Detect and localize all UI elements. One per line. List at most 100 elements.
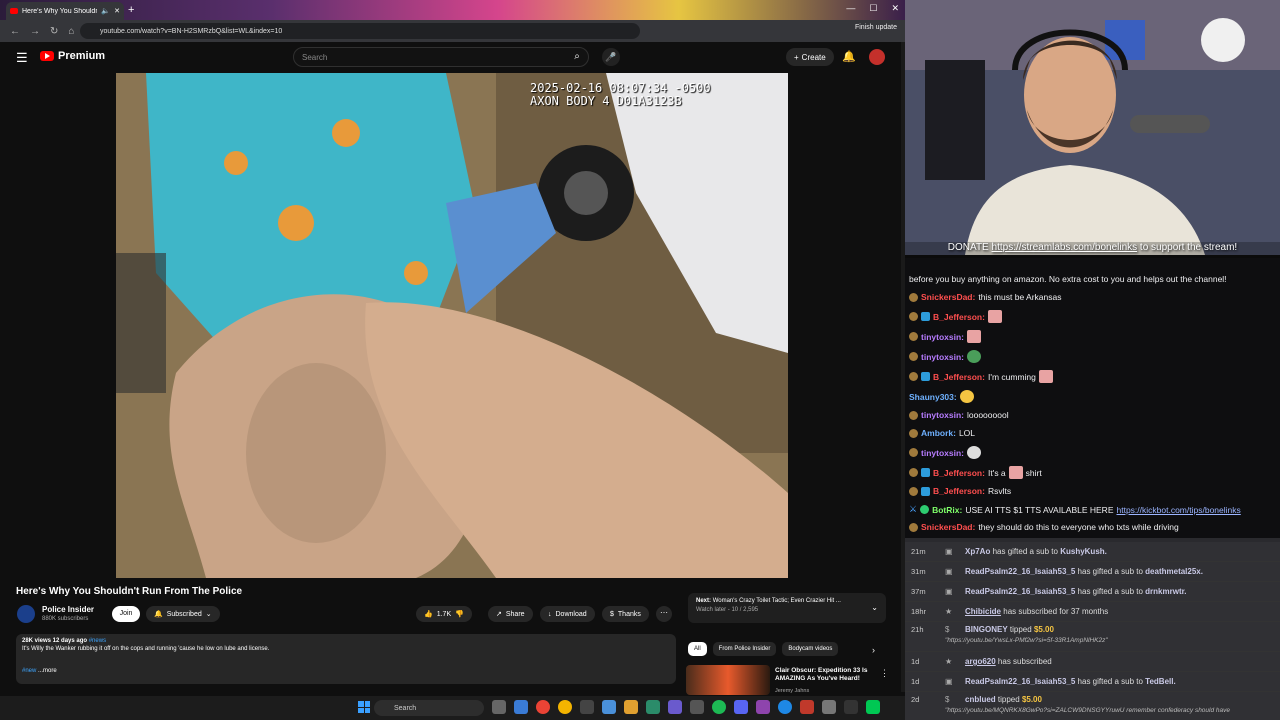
create-button[interactable]: + Create [786, 48, 834, 66]
app-icon[interactable] [844, 700, 858, 714]
chat-username[interactable]: SnickersDad: [921, 292, 975, 302]
chat-message: SnickersDad: they should do this to ever… [909, 522, 1179, 532]
chat-username[interactable]: Ambork: [921, 428, 956, 438]
badge-icon [909, 410, 918, 420]
chat-username[interactable]: tinytoxsin: [921, 352, 964, 362]
chip-from-police-insider[interactable]: From Police Insider [712, 642, 777, 656]
recommended-title[interactable]: Clair Obscur: Expedition 33 Is AMAZING A… [775, 667, 875, 683]
kebab-menu-icon[interactable]: ⋮ [880, 668, 889, 679]
next-up-card[interactable]: Next: Woman's Crazy Toilet Tactic; Even … [688, 593, 886, 623]
spotify-icon[interactable] [712, 700, 726, 714]
taskbar-apps [492, 700, 880, 714]
chip-bodycam-videos[interactable]: Bodycam videos [782, 642, 839, 656]
chat-username[interactable]: B_Jefferson: [933, 312, 985, 322]
thumbs-down-icon[interactable]: 👎 [455, 610, 464, 618]
video-player[interactable] [116, 73, 788, 578]
logo-text: Premium [58, 50, 106, 62]
terminal-icon[interactable] [580, 700, 594, 714]
chat-username[interactable]: B_Jefferson: [933, 372, 985, 382]
recommended-thumbnail[interactable] [686, 665, 770, 695]
back-icon[interactable]: ← [10, 26, 20, 37]
description-hashtag[interactable]: #news [89, 638, 106, 644]
badge-icon [909, 522, 918, 532]
badge-icon [909, 292, 918, 302]
gift-icon: ▣ [945, 567, 953, 576]
new-tab-button[interactable]: + [128, 4, 134, 16]
url-field[interactable]: youtube.com/watch?v=BN-H2SMRzbQ&list=WL&… [80, 23, 640, 39]
chevron-right-icon[interactable]: › [872, 645, 875, 655]
close-window-icon[interactable]: ✕ [891, 3, 899, 14]
app-icon[interactable] [756, 700, 770, 714]
chrome-canary-icon[interactable] [558, 700, 572, 714]
donate-prefix: DONATE [947, 242, 989, 253]
chip-all[interactable]: All [688, 642, 707, 656]
taskbar-search[interactable]: Search [374, 700, 484, 716]
minimize-icon[interactable]: — [846, 3, 855, 14]
tip-icon: $ [945, 625, 950, 634]
chat-username[interactable]: tinytoxsin: [921, 448, 964, 458]
chat-message: SnickersDad: this must be Arkansas [909, 292, 1062, 302]
chat-message: tinytoxsin: [909, 350, 981, 363]
hamburger-menu-icon[interactable]: ☰ [16, 50, 28, 66]
video-description[interactable]: 28K views 12 days ago #news It's Willy t… [16, 634, 676, 684]
chat-link[interactable]: https://kickbot.com/tips/bonelinks [1117, 505, 1241, 515]
share-button[interactable]: ↗ Share [488, 606, 533, 622]
show-more-link[interactable]: ...more [38, 668, 57, 674]
reload-icon[interactable]: ↻ [50, 26, 58, 37]
event-message: "https://youtu.be/MQNRKX8GwPo?si=ZALCW9D… [945, 707, 1230, 714]
sword-badge-icon: ⚔ [909, 504, 918, 514]
account-avatar[interactable] [869, 49, 885, 65]
thumbs-up-icon[interactable]: 👍 [424, 610, 433, 618]
app-icon[interactable] [668, 700, 682, 714]
task-view-icon[interactable] [492, 700, 506, 714]
description-hashtag-2[interactable]: #new [22, 668, 36, 674]
chevron-down-icon: ⌄ [205, 611, 212, 618]
app-icon[interactable] [602, 700, 616, 714]
notifications-bell-icon[interactable]: 🔔 [842, 50, 856, 63]
event-name: ReadPsalm22_16_Isaiah53_5 [965, 677, 1076, 686]
chat-username[interactable]: Shauny303: [909, 392, 957, 402]
search-icon[interactable]: ⌕ [565, 47, 589, 67]
browser-tab[interactable]: Here's Why You Shouldn't 🔈 ✕ [6, 2, 124, 20]
windows-start-icon[interactable] [358, 701, 370, 713]
finish-update-button[interactable]: Finish update [855, 24, 897, 31]
app-icon[interactable] [646, 700, 660, 714]
youtube-logo[interactable]: Premium [40, 50, 105, 62]
app-icon[interactable] [690, 700, 704, 714]
app-icon[interactable] [866, 700, 880, 714]
donate-link[interactable]: https://streamlabs.com/bonelinks [992, 242, 1138, 253]
chat-message: Shauny303: [909, 390, 974, 403]
chat-username[interactable]: tinytoxsin: [921, 410, 964, 420]
app-icon[interactable] [778, 700, 792, 714]
thanks-button[interactable]: $ Thanks [602, 606, 649, 622]
chat-text: this must be Arkansas [978, 292, 1062, 302]
forward-icon[interactable]: → [30, 26, 40, 37]
app-icon[interactable] [822, 700, 836, 714]
chat-username[interactable]: SnickersDad: [921, 522, 975, 532]
edge-icon[interactable] [514, 700, 528, 714]
channel-name[interactable]: Police Insider [42, 605, 94, 614]
join-button[interactable]: Join [112, 606, 140, 622]
chat-username[interactable]: tinytoxsin: [921, 332, 964, 342]
file-explorer-icon[interactable] [624, 700, 638, 714]
more-actions-icon[interactable]: ⋯ [656, 606, 672, 622]
chevron-down-icon[interactable]: ⌄ [871, 603, 878, 612]
home-icon[interactable]: ⌂ [68, 26, 74, 37]
chat-username[interactable]: BotRix: [932, 505, 962, 515]
description-more-row: #new ...more [22, 668, 57, 674]
chrome-icon[interactable] [536, 700, 550, 714]
tab-close-icon[interactable]: ✕ [114, 7, 120, 15]
discord-icon[interactable] [734, 700, 748, 714]
app-icon[interactable] [800, 700, 814, 714]
window-controls: — ☐ ✕ [846, 3, 899, 14]
subscribed-button[interactable]: 🔔 Subscribed ⌄ [146, 606, 220, 622]
channel-avatar[interactable] [17, 605, 35, 623]
maximize-icon[interactable]: ☐ [869, 3, 877, 14]
badge-icon [909, 332, 918, 341]
chat-username[interactable]: B_Jefferson: [933, 486, 985, 496]
like-dislike-group[interactable]: 👍 1.7K 👎 [416, 606, 472, 622]
microphone-icon[interactable]: 🎤 [602, 48, 620, 66]
download-button[interactable]: ↓ Download [540, 606, 595, 622]
search-input[interactable]: Search [293, 47, 589, 67]
chat-username[interactable]: B_Jefferson: [933, 468, 985, 478]
